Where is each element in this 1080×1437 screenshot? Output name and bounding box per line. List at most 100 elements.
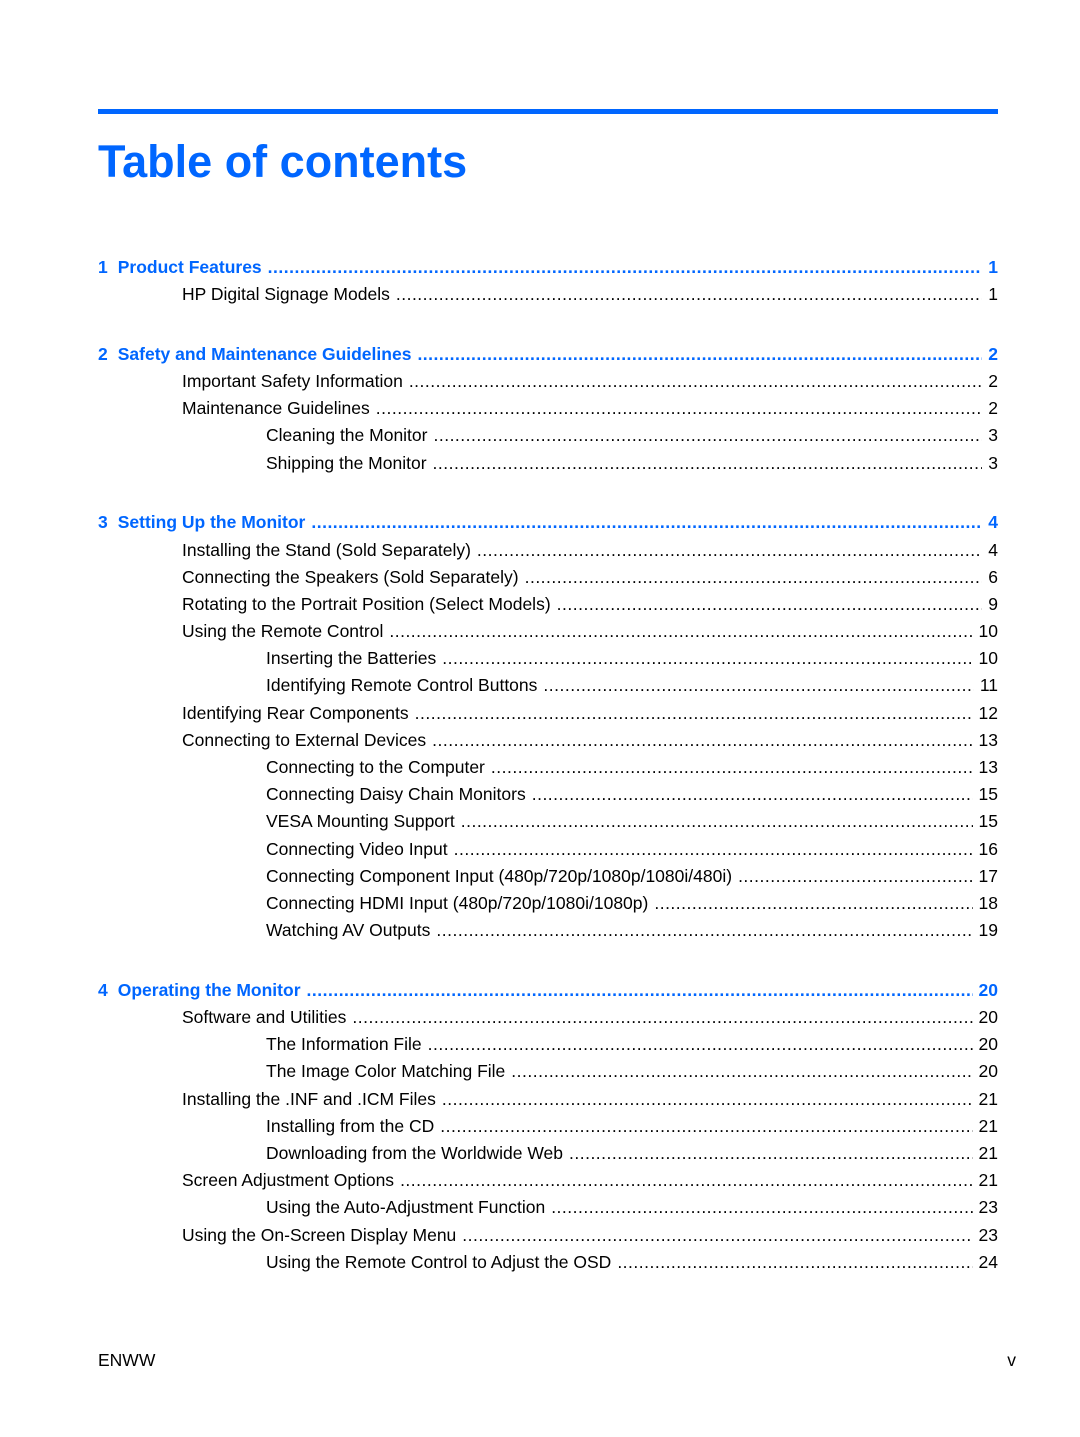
entry-title[interactable]: Rotating to the Portrait Position (Selec…	[182, 591, 551, 618]
entry-title[interactable]: Installing the .INF and .ICM Files	[182, 1086, 436, 1113]
entry-page[interactable]: 21	[979, 1140, 998, 1167]
entry-title[interactable]: Connecting Video Input	[266, 836, 448, 863]
entry-title[interactable]: Software and Utilities	[182, 1004, 346, 1031]
toc-entry[interactable]: Connecting Video Input 16	[98, 836, 998, 863]
toc-entry[interactable]: Software and Utilities 20	[98, 1004, 998, 1031]
toc-entry[interactable]: Connecting the Speakers (Sold Separately…	[98, 564, 998, 591]
entry-page[interactable]: 2	[988, 395, 998, 422]
toc-entry[interactable]: Using the Remote Control 10	[98, 618, 998, 645]
toc-entry[interactable]: Watching AV Outputs 19	[98, 917, 998, 944]
toc-chapter[interactable]: 3 Setting Up the Monitor 4	[98, 509, 998, 536]
entry-title[interactable]: HP Digital Signage Models	[182, 281, 390, 308]
entry-title[interactable]: Installing from the CD	[266, 1113, 434, 1140]
entry-page[interactable]: 21	[979, 1167, 998, 1194]
toc-entry[interactable]: Connecting HDMI Input (480p/720p/1080i/1…	[98, 890, 998, 917]
entry-page[interactable]: 23	[979, 1222, 998, 1249]
toc-entry[interactable]: Screen Adjustment Options 21	[98, 1167, 998, 1194]
entry-title[interactable]: Using the Auto-Adjustment Function	[266, 1194, 545, 1221]
entry-page[interactable]: 1	[988, 254, 998, 281]
toc-entry[interactable]: Connecting to the Computer 13	[98, 754, 998, 781]
entry-title[interactable]: Installing the Stand (Sold Separately)	[182, 537, 471, 564]
entry-title[interactable]: Screen Adjustment Options	[182, 1167, 394, 1194]
toc-entry[interactable]: Installing the Stand (Sold Separately) 4	[98, 537, 998, 564]
entry-title[interactable]: Watching AV Outputs	[266, 917, 430, 944]
entry-page[interactable]: 15	[979, 781, 998, 808]
entry-title[interactable]: Cleaning the Monitor	[266, 422, 427, 449]
toc-entry[interactable]: Connecting Daisy Chain Monitors 15	[98, 781, 998, 808]
toc-entry[interactable]: Installing from the CD 21	[98, 1113, 998, 1140]
entry-page[interactable]: 21	[979, 1086, 998, 1113]
entry-page[interactable]: 10	[979, 618, 998, 645]
entry-page[interactable]: 2	[988, 341, 998, 368]
toc-entry[interactable]: Connecting to External Devices 13	[98, 727, 998, 754]
entry-page[interactable]: 12	[979, 700, 998, 727]
toc-entry[interactable]: Important Safety Information 2	[98, 368, 998, 395]
entry-page[interactable]: 17	[979, 863, 998, 890]
entry-page[interactable]: 2	[988, 368, 998, 395]
entry-page[interactable]: 24	[979, 1249, 998, 1276]
toc-entry[interactable]: Inserting the Batteries 10	[98, 645, 998, 672]
entry-title[interactable]: Connecting the Speakers (Sold Separately…	[182, 564, 519, 591]
toc-entry[interactable]: The Image Color Matching File 20	[98, 1058, 998, 1085]
entry-title[interactable]: Downloading from the Worldwide Web	[266, 1140, 563, 1167]
entry-title[interactable]: Using the Remote Control to Adjust the O…	[266, 1249, 611, 1276]
entry-page[interactable]: 3	[988, 450, 998, 477]
entry-page[interactable]: 20	[979, 1058, 998, 1085]
entry-title[interactable]: Using the Remote Control	[182, 618, 383, 645]
toc-chapter[interactable]: 2 Safety and Maintenance Guidelines 2	[98, 341, 998, 368]
entry-title[interactable]: The Information File	[266, 1031, 422, 1058]
entry-title[interactable]: Connecting to External Devices	[182, 727, 426, 754]
toc-chapter[interactable]: 1 Product Features 1	[98, 254, 998, 281]
toc-entry[interactable]: VESA Mounting Support 15	[98, 808, 998, 835]
entry-page[interactable]: 11	[980, 672, 998, 699]
entry-title[interactable]: Connecting Daisy Chain Monitors	[266, 781, 526, 808]
toc-entry[interactable]: Using the On-Screen Display Menu 23	[98, 1222, 998, 1249]
entry-page[interactable]: 19	[979, 917, 998, 944]
toc-entry[interactable]: Connecting Component Input (480p/720p/10…	[98, 863, 998, 890]
entry-title[interactable]: Using the On-Screen Display Menu	[182, 1222, 456, 1249]
entry-page[interactable]: 1	[988, 281, 998, 308]
entry-page[interactable]: 18	[979, 890, 998, 917]
entry-page[interactable]: 13	[979, 754, 998, 781]
entry-title[interactable]: Inserting the Batteries	[266, 645, 436, 672]
entry-title[interactable]: Maintenance Guidelines	[182, 395, 370, 422]
entry-page[interactable]: 16	[979, 836, 998, 863]
toc-entry[interactable]: Using the Auto-Adjustment Function 23	[98, 1194, 998, 1221]
entry-page[interactable]: 20	[979, 1004, 998, 1031]
entry-page[interactable]: 4	[988, 509, 998, 536]
toc-entry[interactable]: Identifying Remote Control Buttons 11	[98, 672, 998, 699]
entry-page[interactable]: 20	[979, 1031, 998, 1058]
toc-entry[interactable]: Maintenance Guidelines 2	[98, 395, 998, 422]
entry-title[interactable]: Connecting HDMI Input (480p/720p/1080i/1…	[266, 890, 648, 917]
entry-title[interactable]: Operating the Monitor	[118, 977, 301, 1004]
entry-title[interactable]: Product Features	[118, 254, 262, 281]
entry-page[interactable]: 15	[979, 808, 998, 835]
entry-title[interactable]: VESA Mounting Support	[266, 808, 455, 835]
entry-page[interactable]: 10	[979, 645, 998, 672]
toc-entry[interactable]: Rotating to the Portrait Position (Selec…	[98, 591, 998, 618]
toc-entry[interactable]: Downloading from the Worldwide Web 21	[98, 1140, 998, 1167]
toc-entry[interactable]: Identifying Rear Components 12	[98, 700, 998, 727]
entry-title[interactable]: The Image Color Matching File	[266, 1058, 505, 1085]
toc-entry[interactable]: Shipping the Monitor 3	[98, 450, 998, 477]
entry-title[interactable]: Shipping the Monitor	[266, 450, 427, 477]
entry-title[interactable]: Connecting to the Computer	[266, 754, 485, 781]
entry-title[interactable]: Setting Up the Monitor	[118, 509, 306, 536]
toc-entry[interactable]: Installing the .INF and .ICM Files 21	[98, 1086, 998, 1113]
entry-title[interactable]: Important Safety Information	[182, 368, 403, 395]
toc-entry[interactable]: The Information File 20	[98, 1031, 998, 1058]
entry-title[interactable]: Identifying Rear Components	[182, 700, 409, 727]
entry-page[interactable]: 4	[988, 537, 998, 564]
entry-page[interactable]: 21	[979, 1113, 998, 1140]
toc-chapter[interactable]: 4 Operating the Monitor 20	[98, 977, 998, 1004]
entry-page[interactable]: 20	[979, 977, 998, 1004]
entry-title[interactable]: Connecting Component Input (480p/720p/10…	[266, 863, 732, 890]
toc-entry[interactable]: Cleaning the Monitor 3	[98, 422, 998, 449]
toc-entry[interactable]: HP Digital Signage Models 1	[98, 281, 998, 308]
entry-page[interactable]: 6	[988, 564, 998, 591]
entry-title[interactable]: Safety and Maintenance Guidelines	[118, 341, 412, 368]
entry-page[interactable]: 3	[988, 422, 998, 449]
entry-page[interactable]: 23	[979, 1194, 998, 1221]
toc-entry[interactable]: Using the Remote Control to Adjust the O…	[98, 1249, 998, 1276]
entry-page[interactable]: 13	[979, 727, 998, 754]
